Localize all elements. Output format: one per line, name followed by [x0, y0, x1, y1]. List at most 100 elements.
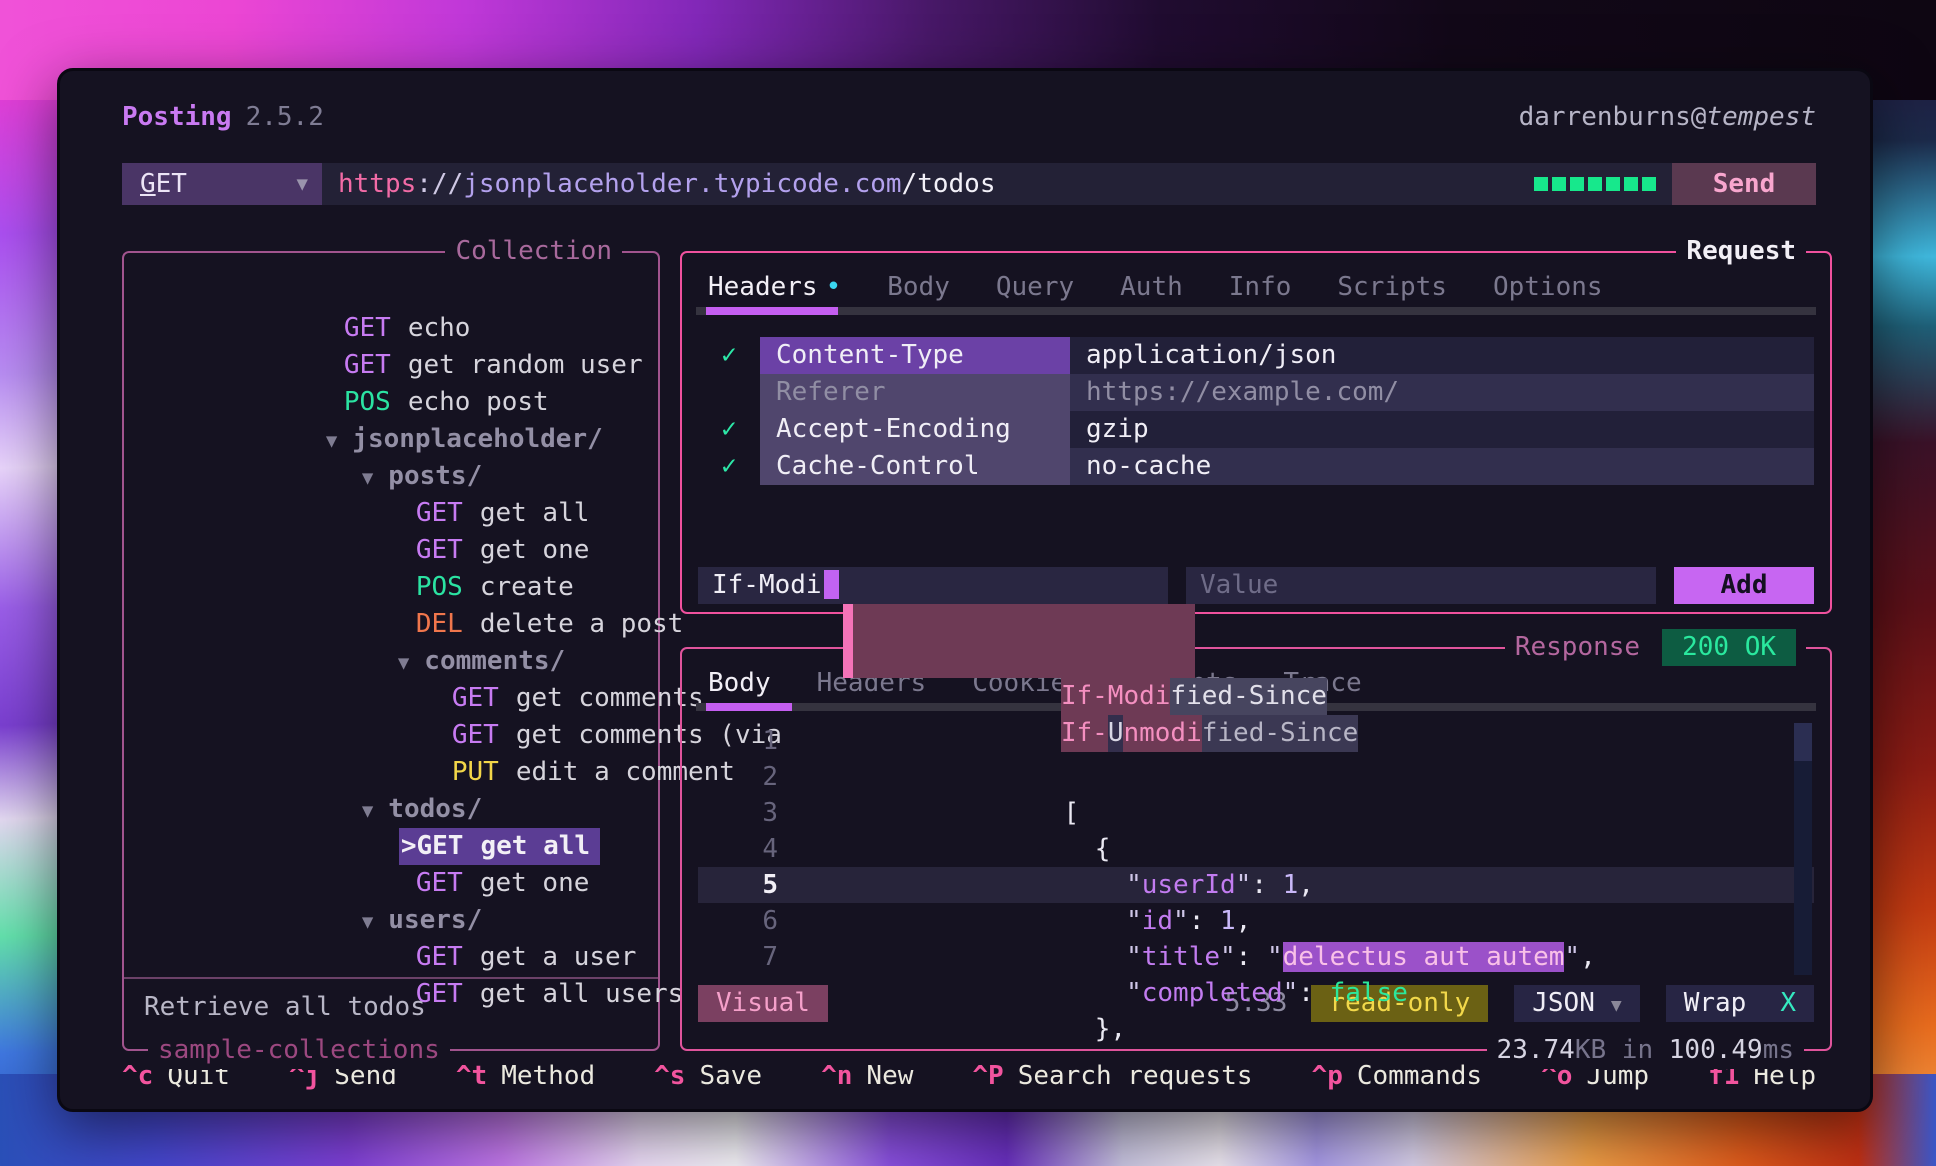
- scrollbar[interactable]: [1794, 723, 1812, 975]
- method-select[interactable]: GET ▼: [122, 163, 322, 205]
- url-scheme: https: [338, 169, 416, 199]
- code-text: "completed": false: [813, 903, 1408, 939]
- wrap-x-indicator: X: [1780, 988, 1796, 1018]
- tree-item-content: GETecho: [344, 310, 471, 347]
- shortcut-label: Search requests: [1018, 1061, 1253, 1091]
- header-name-input[interactable]: If-Modi: [698, 567, 1168, 604]
- code-token: ": [1267, 942, 1283, 972]
- request-tab[interactable]: Body: [887, 267, 950, 307]
- request-tab-track: [696, 307, 1816, 315]
- tree-item-content: ▼posts/: [362, 458, 482, 497]
- tree-item-label: users/: [388, 905, 482, 935]
- folder-expand-icon: ▼: [362, 467, 373, 489]
- request-method: GET: [416, 942, 463, 972]
- footer-shortcut[interactable]: ^tMethod: [456, 1061, 595, 1091]
- header-enabled-check-icon[interactable]: ✓: [698, 448, 760, 485]
- response-tab[interactable]: Body: [708, 663, 771, 703]
- progress-block: [1606, 177, 1620, 191]
- main-area: Collection sample-collections GETecho GE…: [122, 251, 1816, 1051]
- hostname: tempest: [1706, 102, 1816, 132]
- footer-shortcut[interactable]: ^PSearch requests: [972, 1061, 1252, 1091]
- collection-tree: GETecho GETget random user POSecho post …: [124, 273, 658, 976]
- header-row[interactable]: Referer https://example.com/: [698, 374, 1814, 411]
- tree-item-label: get random user: [408, 350, 643, 380]
- shortcut-label: Commands: [1357, 1061, 1482, 1091]
- app-window: Posting2.5.2 darrenburns@tempest GET ▼ h…: [57, 68, 1873, 1112]
- autocomplete-item[interactable]: If-Unmodified-Since: [853, 641, 1195, 678]
- header-row[interactable]: ✓ Accept-Encoding gzip: [698, 411, 1814, 448]
- tree-item[interactable]: GETecho: [124, 273, 658, 310]
- selection-prefix: >: [401, 831, 417, 861]
- request-tab[interactable]: Query: [996, 267, 1074, 307]
- line-number: 3: [698, 795, 778, 831]
- header-row[interactable]: ✓ Cache-Control no-cache: [698, 448, 1814, 485]
- status-badge: 200 OK: [1662, 629, 1796, 666]
- progress-block: [1570, 177, 1584, 191]
- add-header-row: If-Modi Value Add: [698, 567, 1814, 604]
- tree-item-content: GETget all: [416, 495, 590, 532]
- header-row[interactable]: ✓ Content-Type application/json: [698, 337, 1814, 374]
- header-enabled-check-icon[interactable]: ✓: [698, 337, 760, 374]
- line-number: 2: [698, 759, 778, 795]
- url-separator: ://: [416, 169, 463, 199]
- request-method: GET: [344, 313, 391, 343]
- chevron-down-icon: ▼: [297, 173, 308, 195]
- collection-panel: Collection sample-collections GETecho GE…: [122, 251, 660, 1051]
- autocomplete-token: fied-Since: [1170, 678, 1327, 715]
- value-placeholder: Value: [1200, 570, 1278, 600]
- collection-panel-title: Collection: [445, 232, 622, 270]
- send-button[interactable]: Send: [1672, 163, 1816, 205]
- footer-shortcut[interactable]: ^nNew: [821, 1061, 913, 1091]
- request-tab[interactable]: Auth: [1120, 267, 1183, 307]
- tree-item-label: delete a post: [480, 609, 684, 639]
- code-token: :: [1298, 978, 1329, 1008]
- language-select[interactable]: JSON▼: [1514, 985, 1639, 1022]
- code-line: 3 "userId": 1,: [698, 795, 1814, 831]
- request-method: GET: [416, 498, 463, 528]
- request-tab[interactable]: Info: [1229, 267, 1292, 307]
- code-token: title: [1142, 942, 1220, 972]
- shortcut-label: New: [866, 1061, 913, 1091]
- autocomplete-accent-bar: [843, 604, 853, 678]
- header-enabled-check-icon[interactable]: ✓: [698, 411, 760, 448]
- request-tab[interactable]: Headers•: [708, 267, 841, 307]
- footer-shortcut[interactable]: ^sSave: [654, 1061, 762, 1091]
- tree-item-content: GETget one: [416, 532, 590, 569]
- url-input[interactable]: https://jsonplaceholder.typicode.com/tod…: [322, 163, 1672, 205]
- response-panel-title: Response: [1515, 628, 1640, 666]
- wrap-label: Wrap: [1684, 988, 1747, 1018]
- folder-expand-icon: ▼: [362, 800, 373, 822]
- header-value-cell: gzip: [1070, 411, 1814, 448]
- active-tab-underline: [706, 307, 838, 315]
- header-enabled-check-icon[interactable]: [698, 374, 760, 411]
- headers-table: ✓ Content-Type application/json Referer …: [698, 337, 1814, 485]
- response-size: 23.74: [1497, 1035, 1575, 1065]
- request-tab[interactable]: Options: [1493, 267, 1603, 307]
- header-key-cell: Content-Type: [760, 337, 1070, 374]
- code-token: },: [1063, 1014, 1126, 1044]
- code-token: ": [1283, 978, 1299, 1008]
- collection-divider: [124, 977, 658, 979]
- add-header-button[interactable]: Add: [1674, 567, 1814, 604]
- scrollbar-thumb[interactable]: [1794, 723, 1812, 761]
- autocomplete-token: fied-Since: [1202, 715, 1359, 752]
- header-value-input[interactable]: Value: [1186, 567, 1656, 604]
- tree-item-content: ▼comments/: [398, 643, 565, 682]
- url-path: /todos: [902, 169, 996, 199]
- tab-label: Info: [1229, 272, 1292, 302]
- header-name-text: If-Modi: [712, 570, 822, 600]
- request-tab[interactable]: Scripts: [1337, 267, 1447, 307]
- response-meta-join: in: [1606, 1035, 1669, 1065]
- autocomplete-item[interactable]: If-Modified-Since: [853, 604, 1195, 641]
- footer-shortcut[interactable]: ^pCommands: [1312, 1061, 1483, 1091]
- tree-item-content: >GETget all: [399, 828, 600, 865]
- header-value-cell: application/json: [1070, 337, 1814, 374]
- response-panel-header: Response 200 OK: [1505, 628, 1806, 666]
- wrap-toggle[interactable]: Wrap X: [1666, 985, 1814, 1022]
- header-key-cell: Cache-Control: [760, 448, 1070, 485]
- response-body-editor[interactable]: 1 [ 2 { 3: [698, 723, 1814, 975]
- request-method: PUT: [452, 757, 499, 787]
- tree-item-label: get one: [480, 535, 590, 565]
- trace-progress-blocks: [1534, 177, 1656, 191]
- request-method: GET: [344, 350, 391, 380]
